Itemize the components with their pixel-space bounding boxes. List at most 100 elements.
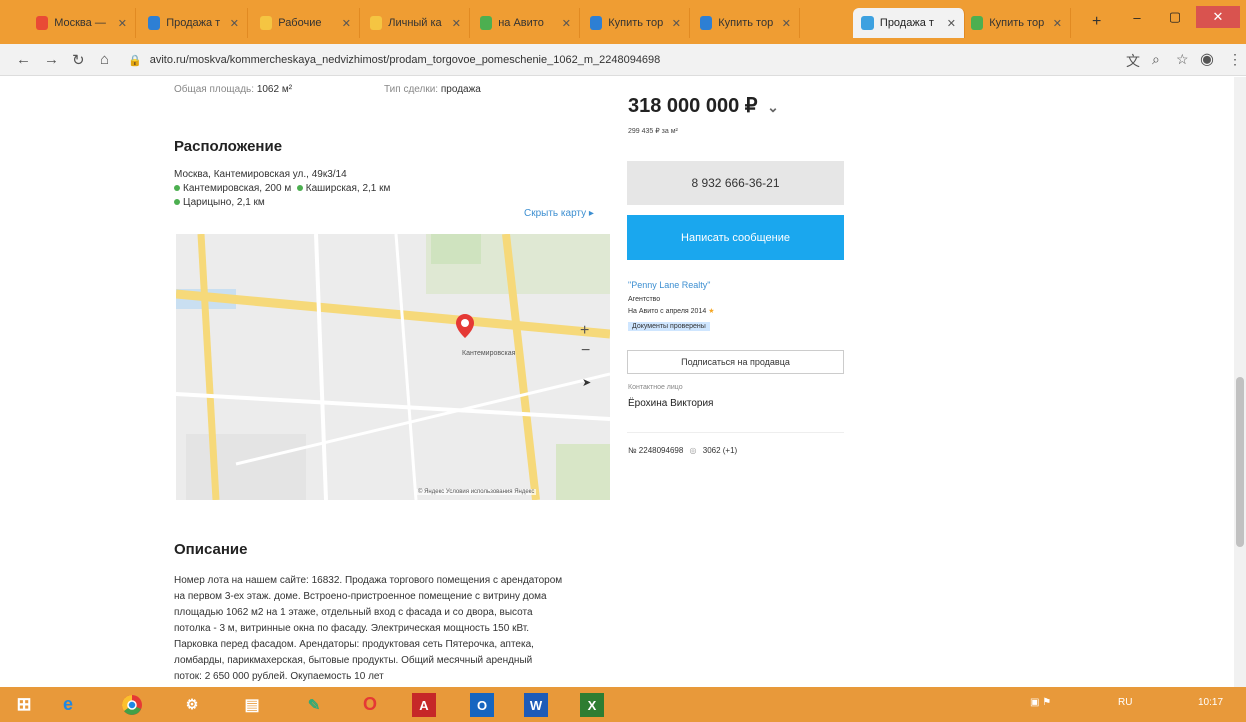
tab-title: Продажа т bbox=[879, 17, 934, 29]
views-count: 3062 (+1) bbox=[702, 446, 738, 455]
browser-tab[interactable]: Рабочие ✕ bbox=[252, 8, 360, 38]
back-icon[interactable]: ← bbox=[16, 51, 31, 68]
zoom-icon[interactable]: ⌕ bbox=[1152, 51, 1160, 68]
ie-browser-icon[interactable]: e bbox=[54, 691, 82, 718]
write-message-button[interactable]: Написать сообщение bbox=[627, 215, 844, 260]
tray-icons[interactable]: ▣ ⚑ bbox=[1030, 697, 1051, 708]
tab-close-icon[interactable]: ✕ bbox=[782, 17, 791, 30]
new-tab-button[interactable]: + bbox=[1092, 13, 1101, 31]
address-bar: ← → ↻ ⌂ 🔒 avito.ru/moskva/kommercheskaya… bbox=[0, 44, 1246, 76]
tab-close-icon[interactable]: ✕ bbox=[672, 17, 681, 30]
home-icon[interactable]: ⌂ bbox=[100, 51, 109, 68]
tab-favicon-icon bbox=[260, 16, 273, 30]
pdf-reader-icon[interactable]: A bbox=[412, 693, 436, 717]
deal-value: продажа bbox=[440, 84, 481, 95]
deal-row: Тип сделки: продажа bbox=[384, 84, 481, 95]
price-per-meter: 299 435 ₽ за м² bbox=[628, 128, 678, 135]
browser-tab[interactable]: Москва — ✕ bbox=[28, 8, 136, 38]
tab-favicon-icon bbox=[861, 16, 874, 30]
divider bbox=[627, 432, 844, 433]
start-windows-icon[interactable]: ⊞ bbox=[10, 691, 38, 718]
browser-tab[interactable]: на Авито ✕ bbox=[472, 8, 580, 38]
page-content: Общая площадь: 1062 м² Тип сделки: прода… bbox=[0, 77, 1246, 687]
lock-icon: 🔒 bbox=[128, 54, 142, 67]
maximize-button[interactable]: ▢ bbox=[1157, 6, 1193, 28]
tab-favicon-icon bbox=[36, 16, 49, 30]
tab-favicon-icon bbox=[590, 16, 603, 30]
browser-tab[interactable]: Купить тор ✕ bbox=[963, 8, 1071, 38]
tray-clock[interactable]: 10:17 bbox=[1198, 697, 1223, 708]
seller-since: На Авито с апреля 2014 ★ bbox=[628, 308, 715, 315]
browser-tab-bar: Москва — ✕ Продажа т ✕ Рабочие ✕ Личный ка ✕ на … bbox=[0, 0, 1246, 44]
location-heading: Расположение bbox=[174, 138, 283, 155]
map-drawing bbox=[176, 234, 610, 500]
menu-icon[interactable]: ⋮ bbox=[1228, 51, 1242, 68]
map-pin-icon bbox=[456, 314, 474, 338]
tab-close-icon[interactable]: ✕ bbox=[230, 17, 239, 30]
media-app-icon[interactable]: ⚙ bbox=[178, 691, 206, 718]
tab-favicon-icon bbox=[370, 16, 383, 30]
outlook-icon[interactable]: O bbox=[470, 693, 494, 717]
page-scrollbar[interactable] bbox=[1234, 77, 1246, 687]
tab-favicon-icon bbox=[700, 16, 713, 30]
price-dropdown-icon[interactable]: ⌄ bbox=[767, 99, 779, 115]
url-field[interactable]: 🔒 avito.ru/moskva/kommercheskaya_nedvizh… bbox=[128, 49, 1088, 71]
chrome-icon[interactable] bbox=[118, 691, 146, 718]
tab-title: Купить тор bbox=[989, 17, 1045, 29]
browser-tab[interactable]: Купить тор ✕ bbox=[692, 8, 800, 38]
metro-icon bbox=[174, 185, 180, 191]
browser-tab[interactable]: Купить тор ✕ bbox=[582, 8, 690, 38]
tab-close-icon[interactable]: ✕ bbox=[947, 17, 956, 30]
views-eye-icon: ◎ bbox=[689, 446, 697, 455]
file-explorer-icon[interactable]: ▤ bbox=[238, 691, 266, 718]
translate-icon[interactable]: 文 bbox=[1126, 51, 1140, 71]
excel-icon[interactable]: X bbox=[580, 693, 604, 717]
seller-name-link[interactable]: "Penny Lane Realty" bbox=[628, 280, 710, 290]
tab-close-icon[interactable]: ✕ bbox=[452, 17, 461, 30]
tab-close-icon[interactable]: ✕ bbox=[1053, 17, 1062, 30]
tab-favicon-icon bbox=[971, 16, 984, 30]
reload-icon[interactable]: ↻ bbox=[72, 51, 85, 69]
toggle-map-link[interactable]: Скрыть карту ▸ bbox=[524, 208, 594, 219]
tab-favicon-icon bbox=[480, 16, 493, 30]
listing-meta: № 2248094698 ◎ 3062 (+1) bbox=[628, 446, 737, 455]
tab-title: Рабочие bbox=[278, 17, 322, 29]
browser-tab[interactable]: Продажа т ✕ bbox=[140, 8, 248, 38]
star-icon[interactable]: ☆ bbox=[1176, 51, 1189, 68]
app-icon[interactable]: ✎ bbox=[300, 691, 328, 718]
tab-title: Купить тор bbox=[718, 17, 774, 29]
map-view[interactable]: Кантемировская + − ➤ © Яндекс Условия ис… bbox=[176, 234, 610, 500]
seller-type: Агентство bbox=[628, 296, 661, 303]
tab-close-icon[interactable]: ✕ bbox=[342, 17, 351, 30]
map-credit: © Яндекс Условия использования Яндекс bbox=[416, 489, 537, 495]
zoom-in-button[interactable]: + bbox=[580, 322, 589, 340]
tab-title: Купить тор bbox=[608, 17, 664, 29]
tab-close-icon[interactable]: ✕ bbox=[562, 17, 571, 30]
tab-close-icon[interactable]: ✕ bbox=[118, 17, 127, 30]
price-row: 318 000 000 ₽ ⌄ bbox=[628, 93, 779, 118]
close-window-button[interactable]: ✕ bbox=[1196, 6, 1240, 28]
star-icon: ★ bbox=[708, 308, 715, 315]
minimize-button[interactable]: – bbox=[1119, 6, 1155, 28]
windows-taskbar: ⊞ e ⚙ ▤ ✎ O A O W X ▣ ⚑ RU 10:17 bbox=[0, 687, 1246, 722]
subscribe-seller-button[interactable]: Подписаться на продавца bbox=[627, 350, 844, 374]
profile-icon[interactable]: ◉ bbox=[1200, 49, 1214, 69]
verified-badge: Документы проверены bbox=[628, 322, 710, 331]
tab-title: Продажа т bbox=[166, 17, 221, 29]
opera-icon[interactable]: O bbox=[356, 691, 384, 718]
listing-id: № 2248094698 bbox=[628, 446, 684, 455]
phone-button[interactable]: 8 932 666-36-21 bbox=[627, 161, 844, 205]
browser-tab[interactable]: Продажа т ✕ bbox=[853, 8, 965, 38]
scrollbar-thumb[interactable] bbox=[1236, 377, 1244, 547]
tray-language[interactable]: RU bbox=[1118, 697, 1132, 708]
metro-line-1: Кантемировская, 200 м Каширская, 2,1 км bbox=[174, 182, 390, 196]
forward-icon[interactable]: → bbox=[44, 51, 59, 68]
area-value: 1062 м² bbox=[256, 84, 293, 95]
browser-tab[interactable]: Личный ка ✕ bbox=[362, 8, 470, 38]
zoom-out-button[interactable]: − bbox=[581, 342, 590, 360]
description-heading: Описание bbox=[174, 541, 248, 558]
tab-favicon-icon bbox=[148, 16, 161, 30]
geolocation-icon[interactable]: ➤ bbox=[582, 376, 591, 389]
word-icon[interactable]: W bbox=[524, 693, 548, 717]
tab-title: на Авито bbox=[498, 17, 544, 29]
